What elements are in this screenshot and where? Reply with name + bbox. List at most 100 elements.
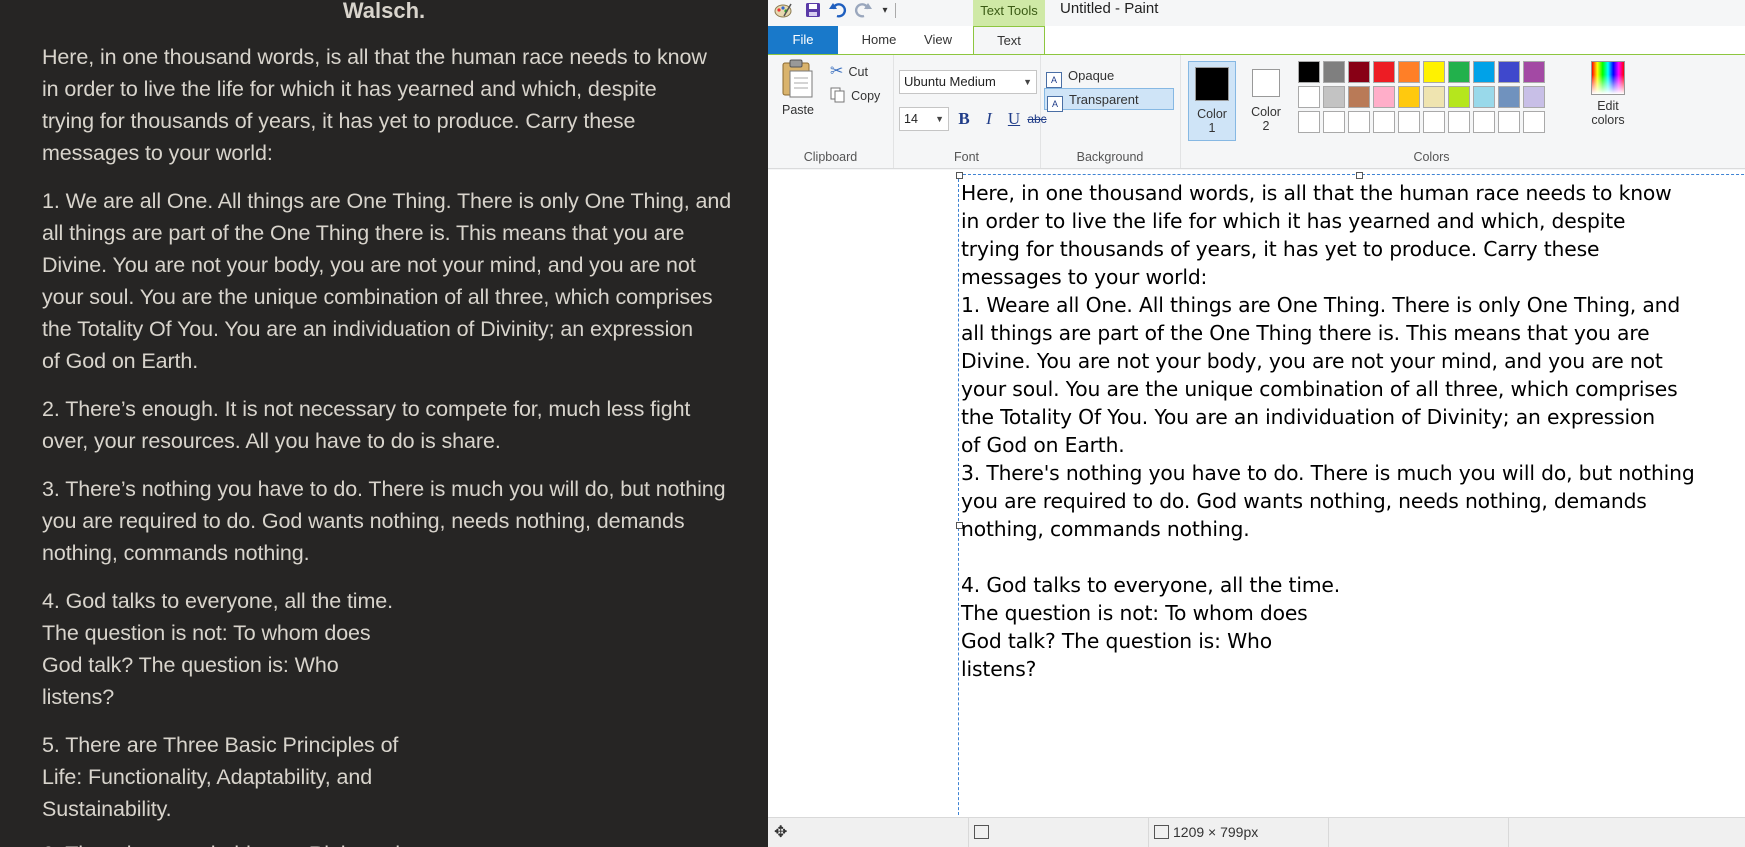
reader-paragraph-4: 4. God talks to everyone, all the time. … (42, 589, 394, 709)
palette-color-swatch[interactable] (1473, 111, 1495, 133)
palette-color-swatch[interactable] (1373, 61, 1395, 83)
palette-color-swatch[interactable] (1423, 111, 1445, 133)
tab-home[interactable]: Home (851, 26, 907, 54)
bold-button[interactable]: B (953, 108, 975, 130)
canvas-text-line: Divine. You are not your body, you are n… (961, 349, 1663, 373)
copy-button[interactable]: Copy (830, 85, 880, 105)
color-2-swatch (1252, 69, 1280, 97)
color-spectrum-icon (1591, 61, 1625, 95)
palette-color-swatch[interactable] (1298, 61, 1320, 83)
edit-colors-button[interactable]: Edit colors (1580, 61, 1636, 127)
canvas-text[interactable]: Here, in one thousand words, is all that… (961, 179, 1695, 683)
palette-color-swatch[interactable] (1523, 111, 1545, 133)
palette-color-swatch[interactable] (1398, 86, 1420, 108)
canvas-area[interactable]: Here, in one thousand words, is all that… (768, 170, 1745, 818)
palette-color-swatch[interactable] (1448, 86, 1470, 108)
canvas-text-line (961, 543, 1695, 571)
reader-paragraph-6: 6. There is no such thing as Right and (42, 838, 400, 847)
customize-qat-chevron-icon[interactable]: ▾ (876, 1, 894, 19)
palette-color-swatch[interactable] (1473, 86, 1495, 108)
undo-icon[interactable] (829, 1, 847, 19)
canvas-text-line: 3. There's nothing you have to do. There… (961, 461, 1695, 485)
palette-color-swatch[interactable] (1498, 86, 1520, 108)
canvas-text-line: trying for thousands of years, it has ye… (961, 237, 1600, 261)
tab-view[interactable]: View (918, 26, 958, 54)
underline-button[interactable]: U (1003, 108, 1025, 130)
canvas-text-line: Here, in one thousand words, is all that… (961, 181, 1672, 205)
palette-color-swatch[interactable] (1448, 111, 1470, 133)
image-dimensions: 1209 × 799px (1173, 824, 1259, 840)
reader-pane: Walsch. Here, in one thousand words, is … (0, 0, 768, 847)
font-group-label: Font (953, 150, 979, 164)
palette-color-swatch[interactable] (1323, 111, 1345, 133)
opaque-option[interactable]: A Opaque (1046, 65, 1176, 88)
reader-title: Walsch. (342, 0, 426, 23)
palette-color-swatch[interactable] (1348, 61, 1370, 83)
scissors-icon: ✂ (830, 61, 844, 80)
status-bar: ✥ 1209 × 799px (768, 817, 1745, 847)
background-group-label: Background (1076, 150, 1144, 164)
status-image-size: 1209 × 799px (1148, 818, 1329, 847)
font-family-select[interactable]: Ubuntu Medium ▼ (899, 70, 1037, 94)
palette-color-swatch[interactable] (1473, 61, 1495, 83)
palette-color-swatch[interactable] (1523, 61, 1545, 83)
chevron-down-icon: ▼ (1023, 77, 1032, 87)
color-1-button[interactable]: Color 1 (1188, 61, 1236, 141)
opaque-label: Opaque (1068, 68, 1115, 83)
palette-color-swatch[interactable] (1298, 86, 1320, 108)
resize-handle[interactable] (1356, 172, 1363, 179)
palette-color-swatch[interactable] (1498, 61, 1520, 83)
paint-window: ▾ Text Tools Untitled - Paint File Home … (768, 0, 1745, 847)
canvas-text-line: nothing, commands nothing. (961, 517, 1250, 541)
clipboard-group: Paste ✂ Cut Copy Clipboard (768, 55, 894, 168)
status-file-size (1328, 818, 1509, 847)
palette-color-swatch[interactable] (1323, 86, 1345, 108)
reader-paragraph-3: 3. There’s nothing you have to do. There… (42, 477, 726, 565)
palette-color-swatch[interactable] (1348, 111, 1370, 133)
ribbon: Paste ✂ Cut Copy Clipboard Ubuntu Medium… (768, 55, 1745, 169)
font-size-select[interactable]: 14 ▼ (899, 107, 949, 131)
canvas-text-line: all things are part of the One Thing the… (961, 321, 1650, 345)
canvas-text-line: The question is not: To whom does (961, 601, 1308, 625)
cut-button[interactable]: ✂ Cut (830, 61, 868, 81)
redo-icon[interactable] (854, 1, 872, 19)
copy-icon (830, 87, 845, 103)
color-2-button[interactable]: Color 2 (1242, 61, 1290, 141)
palette-color-swatch[interactable] (1373, 111, 1395, 133)
palette-color-swatch[interactable] (1348, 86, 1370, 108)
clipboard-group-label: Clipboard (803, 150, 858, 164)
palette-color-swatch[interactable] (1373, 86, 1395, 108)
canvas-text-line: 4. God talks to everyone, all the time. (961, 573, 1341, 597)
paste-icon (782, 59, 813, 98)
text-tools-context-label: Text Tools (973, 0, 1045, 26)
palette-color-swatch[interactable] (1423, 61, 1445, 83)
palette-color-swatch[interactable] (1298, 111, 1320, 133)
tab-text[interactable]: Text (973, 26, 1045, 54)
tab-file[interactable]: File (768, 26, 838, 54)
palette-color-swatch[interactable] (1523, 86, 1545, 108)
palette-color-swatch[interactable] (1498, 111, 1520, 133)
paste-button[interactable]: Paste (776, 59, 820, 129)
italic-button[interactable]: I (978, 108, 1000, 130)
copy-label: Copy (851, 89, 881, 103)
quick-access-toolbar: ▾ (768, 0, 1745, 22)
color-1-swatch (1195, 67, 1229, 101)
resize-handle[interactable] (956, 172, 963, 179)
canvas-text-line: of God on Earth. (961, 433, 1125, 457)
qat-separator (895, 3, 896, 18)
palette-color-swatch[interactable] (1398, 111, 1420, 133)
transparent-option[interactable]: A Transparent (1044, 88, 1174, 112)
colors-group-label: Colors (1413, 150, 1450, 164)
background-group: A Opaque A Transparent Background (1040, 55, 1181, 168)
paint-app-icon[interactable] (774, 1, 792, 19)
save-icon[interactable] (804, 1, 822, 19)
status-selection-size (968, 818, 1149, 847)
canvas-text-line: in order to live the life for which it h… (961, 209, 1626, 233)
image-size-icon (1154, 825, 1169, 839)
font-size-value: 14 (904, 112, 918, 126)
transparent-label: Transparent (1069, 92, 1139, 107)
palette-color-swatch[interactable] (1323, 61, 1345, 83)
palette-color-swatch[interactable] (1448, 61, 1470, 83)
palette-color-swatch[interactable] (1398, 61, 1420, 83)
palette-color-swatch[interactable] (1423, 86, 1445, 108)
